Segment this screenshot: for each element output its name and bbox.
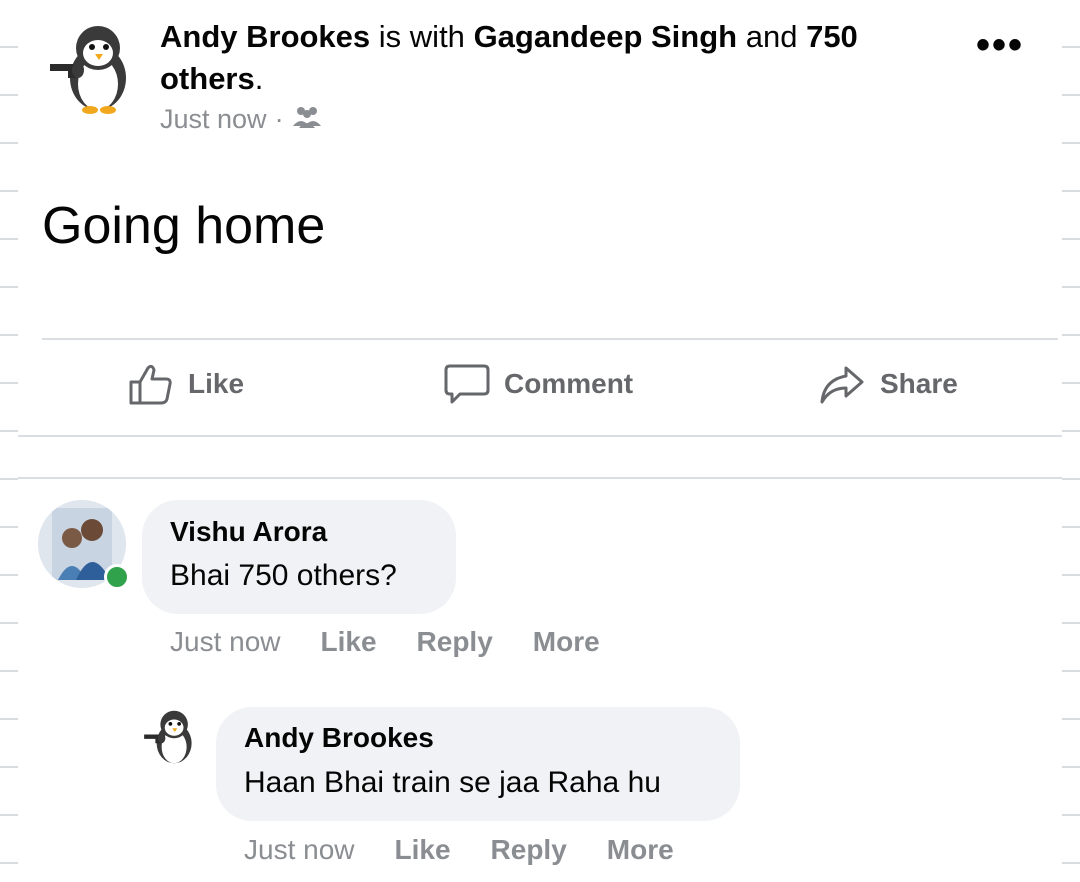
divider-actions <box>18 435 1062 437</box>
post-card: Andy Brookes is with Gagandeep Singh and… <box>18 0 1062 882</box>
comment-more-link[interactable]: More <box>533 626 600 658</box>
post-author-avatar[interactable] <box>48 20 138 116</box>
reply-reply-link[interactable]: Reply <box>491 834 567 866</box>
comment-reply-link[interactable]: Reply <box>417 626 493 658</box>
reply-more-link[interactable]: More <box>607 834 674 866</box>
share-button[interactable]: Share <box>818 362 958 406</box>
others-count[interactable]: 750 <box>806 19 858 54</box>
others-label[interactable]: others <box>160 61 255 96</box>
penguin-avatar-icon <box>50 26 126 114</box>
comment-like-link[interactable]: Like <box>321 626 377 658</box>
share-arrow-icon <box>820 366 864 404</box>
period: . <box>254 61 264 96</box>
comment-actions: Just now Like Reply More <box>170 626 600 658</box>
friends-icon[interactable] <box>292 104 322 135</box>
like-label: Like <box>188 368 245 399</box>
thumbs-up-icon <box>129 364 172 405</box>
page-edge-left <box>0 0 18 882</box>
tagged-friend-name[interactable]: Gagandeep Singh <box>474 19 738 54</box>
post-timestamp[interactable]: Just now <box>160 104 267 135</box>
reply-actions: Just now Like Reply More <box>244 834 674 866</box>
divider-top <box>42 338 1058 340</box>
reply-author-avatar[interactable] <box>142 707 200 767</box>
reply-like-link[interactable]: Like <box>395 834 451 866</box>
comment-bubble-icon <box>444 364 490 404</box>
post-body-text: Going home <box>42 197 326 255</box>
divider-comments <box>18 477 1062 479</box>
reply-timestamp[interactable]: Just now <box>244 834 355 866</box>
comment-button[interactable]: Comment <box>444 362 633 406</box>
share-label: Share <box>880 368 958 399</box>
post-meta: Just now · <box>160 104 322 135</box>
like-button[interactable]: Like <box>128 362 244 406</box>
comment-timestamp[interactable]: Just now <box>170 626 281 658</box>
post-author-name[interactable]: Andy Brookes <box>160 19 370 54</box>
comment-author[interactable]: Vishu Arora <box>170 516 327 548</box>
page-edge-right <box>1062 0 1080 882</box>
reply-author[interactable]: Andy Brookes <box>244 722 434 754</box>
with-label: is with <box>378 19 465 54</box>
penguin-avatar-icon <box>144 710 192 764</box>
reply-text: Haan Bhai train se jaa Raha hu <box>244 766 661 799</box>
online-status-indicator <box>104 564 130 590</box>
more-dots-icon[interactable]: ••• <box>976 25 1024 65</box>
and-label: and <box>745 19 798 54</box>
comment-label: Comment <box>504 368 634 399</box>
meta-separator: · <box>274 104 284 134</box>
comment-text: Bhai 750 others? <box>170 559 397 592</box>
post-header-text: Andy Brookes is with Gagandeep Singh and… <box>160 16 920 100</box>
